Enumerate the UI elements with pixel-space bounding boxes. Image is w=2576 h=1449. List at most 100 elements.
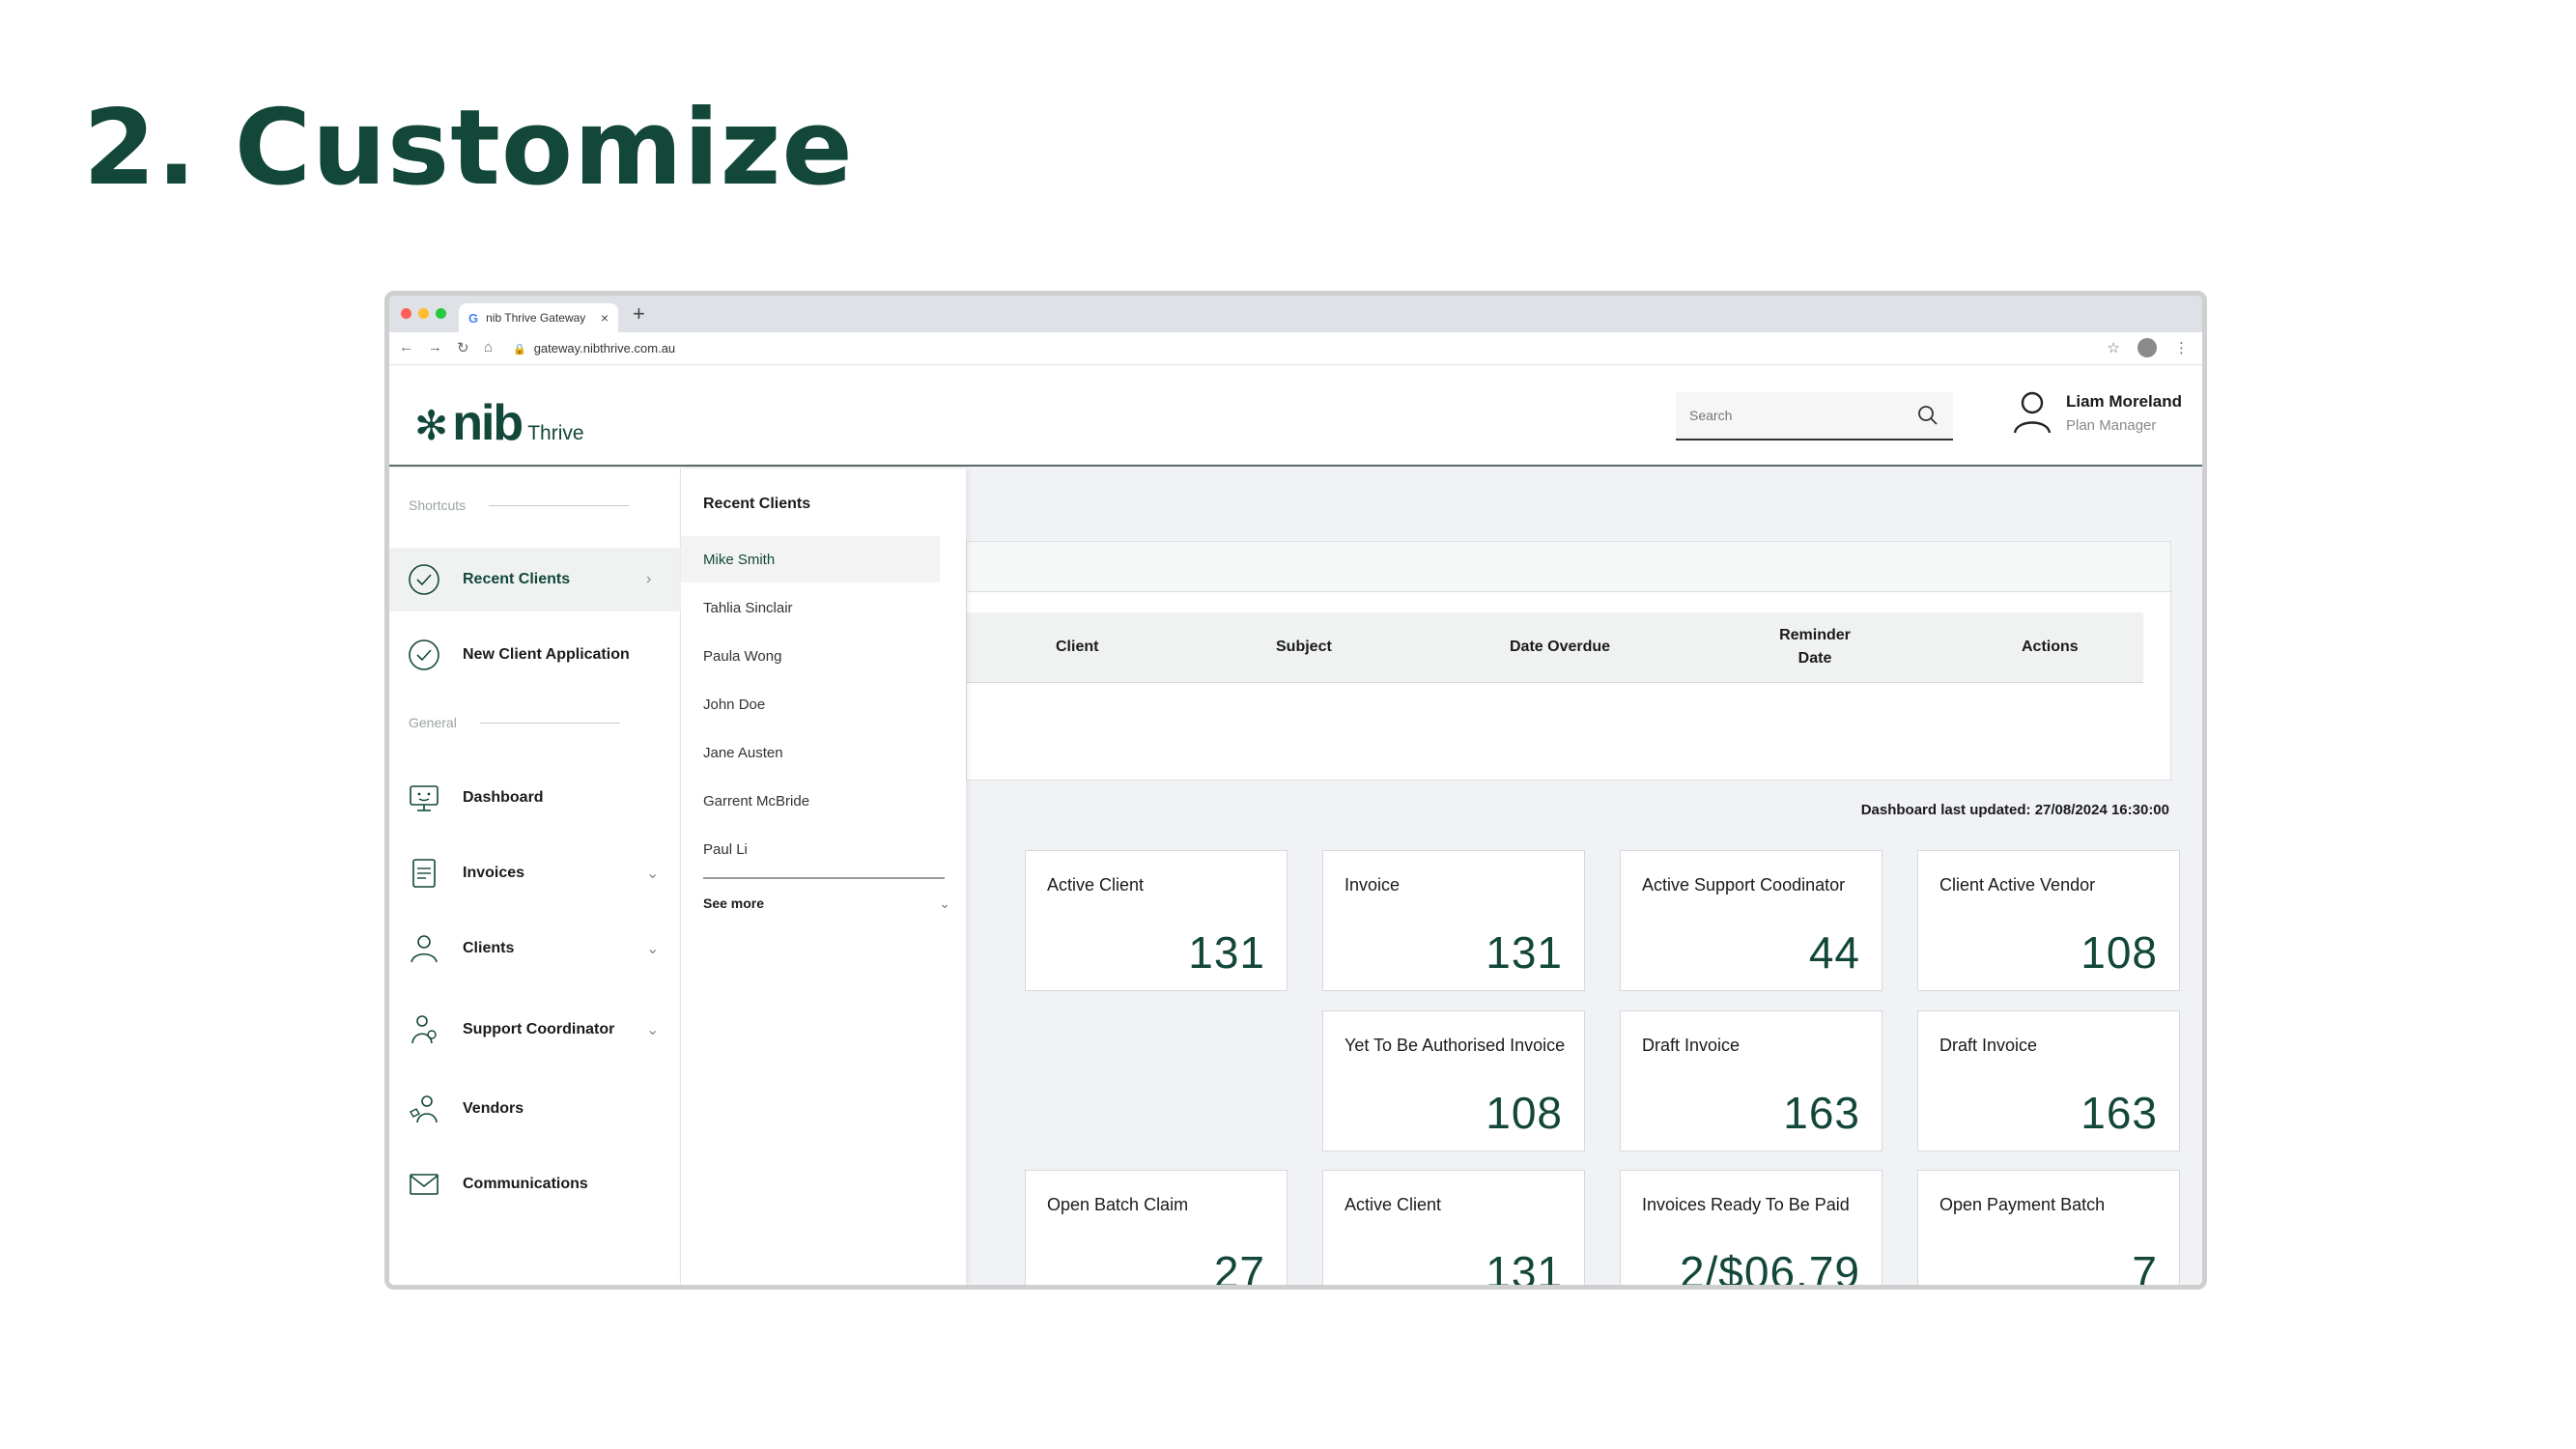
browser-profile-icon[interactable] [2137, 338, 2157, 357]
see-more-label: See more [703, 895, 765, 911]
tile-label: Client Active Vendor [1939, 875, 2096, 895]
flyout-title: Recent Clients [703, 496, 811, 512]
shortcuts-label: Shortcuts [409, 497, 467, 513]
recent-client-item[interactable]: Tahlia Sinclair [681, 584, 940, 631]
tile-label: Draft Invoice [1642, 1036, 1741, 1055]
home-icon[interactable]: ⌂ [484, 339, 493, 355]
sidebar-item-support-coordinator[interactable]: Support Coordinator ⌄ [389, 992, 681, 1067]
tile-value: 131 [1188, 927, 1265, 978]
column-header-client[interactable]: Client [1056, 636, 1098, 659]
sidebar-item-label: Dashboard [463, 789, 544, 806]
sidebar-item-clients[interactable]: Clients ⌄ [389, 917, 681, 980]
forward-icon[interactable]: → [428, 339, 442, 355]
vendor-icon [407, 1092, 441, 1126]
chevron-down-icon: ⌄ [939, 895, 950, 911]
maximize-window-dot[interactable] [436, 308, 446, 319]
chevron-right-icon: › [646, 571, 652, 587]
tile-value: 7 [2132, 1247, 2158, 1290]
user-avatar-icon [2013, 391, 2052, 434]
column-header-reminder-date[interactable]: Reminder Date [1776, 624, 1854, 670]
table-toolbar [967, 542, 2170, 592]
slide-title: 2. Customize [83, 88, 854, 209]
sidebar-item-label: Communications [463, 1176, 588, 1192]
browser-tab[interactable]: G nib Thrive Gateway × [459, 303, 618, 332]
tile-value: 163 [1783, 1088, 1860, 1138]
tile-value: 131 [1486, 927, 1563, 978]
sidebar-item-recent-clients[interactable]: Recent Clients › [389, 548, 681, 611]
dashboard-tile[interactable]: Invoice 131 [1322, 850, 1585, 991]
section-divider [489, 504, 630, 506]
sidebar-item-dashboard[interactable]: Dashboard [389, 766, 681, 830]
see-more-button[interactable]: See more ⌄ [703, 895, 950, 912]
check-circle-icon [407, 638, 441, 672]
column-header-subject[interactable]: Subject [1276, 636, 1332, 659]
reload-icon[interactable]: ↻ [457, 339, 469, 356]
user-name: Liam Moreland [2066, 391, 2182, 411]
dashboard-tile[interactable]: Draft Invoice 163 [1620, 1010, 1882, 1151]
nib-thrive-logo[interactable]: ✻ nib Thrive [414, 394, 584, 452]
app-header: ✻ nib Thrive Liam Moreland Plan Manager [389, 365, 2202, 467]
tab-close-icon[interactable]: × [601, 310, 609, 326]
back-icon[interactable]: ← [399, 339, 413, 355]
dashboard-tile[interactable]: Active Support Coodinator 44 [1620, 850, 1882, 991]
recent-client-item[interactable]: Paula Wong [681, 633, 940, 679]
recent-client-item[interactable]: Garrent McBride [681, 778, 940, 824]
sidebar-item-label: Recent Clients [463, 571, 571, 587]
dashboard-tile[interactable]: Open Batch Claim 27 [1025, 1170, 1288, 1290]
recent-client-item[interactable]: John Doe [681, 681, 940, 727]
column-header-actions[interactable]: Actions [2022, 636, 2079, 659]
lock-icon: 🔒 [513, 344, 526, 355]
check-circle-icon [407, 562, 441, 597]
close-window-dot[interactable] [401, 308, 411, 319]
general-label: General [409, 715, 457, 730]
tile-value: 131 [1486, 1247, 1563, 1290]
sidebar-item-vendors[interactable]: Vendors [389, 1077, 681, 1141]
browser-window: G nib Thrive Gateway × + ← → ↻ ⌂ 🔒 gatewa… [384, 291, 2207, 1290]
dashboard-tile[interactable]: Active Client 131 [1322, 1170, 1585, 1290]
recent-client-item[interactable]: Jane Austen [681, 729, 940, 776]
tile-value: 27 [1213, 1247, 1265, 1290]
new-tab-icon[interactable]: + [633, 301, 645, 327]
tile-value: 163 [2081, 1088, 2158, 1138]
envelope-icon [407, 1167, 441, 1202]
dashboard-tile[interactable]: Open Payment Batch 7 [1917, 1170, 2180, 1290]
shortcuts-section: Shortcuts [409, 497, 630, 513]
column-header-date-overdue[interactable]: Date Overdue [1510, 636, 1610, 659]
recent-client-item[interactable]: Mike Smith [681, 536, 940, 582]
dashboard-tile[interactable]: Client Active Vendor 108 [1917, 850, 2180, 991]
sidebar-item-label: Support Coordinator [463, 1021, 615, 1037]
sidebar-item-label: New Client Application [463, 646, 630, 663]
search-input[interactable] [1689, 408, 1916, 423]
dashboard-tile[interactable]: Active Client 131 [1025, 850, 1288, 991]
coordinator-icon [407, 1012, 441, 1047]
dashboard-last-updated: Dashboard last updated: 27/08/2024 16:30… [1860, 802, 2169, 818]
general-section: General [409, 715, 620, 730]
browser-menu-icon[interactable]: ⋮ [2174, 339, 2189, 356]
search-box [1676, 392, 1953, 440]
chevron-down-icon: ⌄ [646, 866, 660, 882]
browser-tabbar: G nib Thrive Gateway × + [389, 296, 2202, 332]
tile-label: Active Client [1345, 1195, 1442, 1214]
tile-label: Open Payment Batch [1939, 1195, 2106, 1214]
bookmark-star-icon[interactable]: ☆ [2108, 339, 2120, 356]
flyout-divider [703, 877, 945, 879]
person-icon [407, 931, 441, 966]
user-profile[interactable]: Liam Moreland Plan Manager [2012, 390, 2182, 435]
dashboard-tile[interactable]: Invoices Ready To Be Paid 2/$06.79 [1620, 1170, 1882, 1285]
monitor-icon [407, 781, 441, 815]
dashboard-tile[interactable]: Draft Invoice 163 [1917, 1010, 2180, 1151]
dashboard-tile[interactable]: Yet To Be Authorised Invoice 108 [1322, 1010, 1585, 1151]
sidebar-item-new-client-application[interactable]: New Client Application [389, 623, 681, 687]
recent-client-item[interactable]: Paul Li [681, 826, 940, 872]
minimize-window-dot[interactable] [418, 308, 429, 319]
tile-value: 108 [1486, 1088, 1563, 1138]
document-icon [407, 856, 441, 891]
sidebar-item-communications[interactable]: Communications [389, 1152, 681, 1216]
tab-title: nib Thrive Gateway [486, 311, 586, 325]
url-field[interactable]: 🔒 gateway.nibthrive.com.au [513, 341, 675, 355]
search-icon[interactable] [1916, 404, 1939, 427]
sidebar-item-invoices[interactable]: Invoices ⌄ [389, 841, 681, 905]
tile-label: Active Client [1047, 875, 1145, 895]
sidebar-item-label: Invoices [463, 865, 525, 881]
tile-label: Yet To Be Authorised Invoice [1345, 1036, 1566, 1055]
